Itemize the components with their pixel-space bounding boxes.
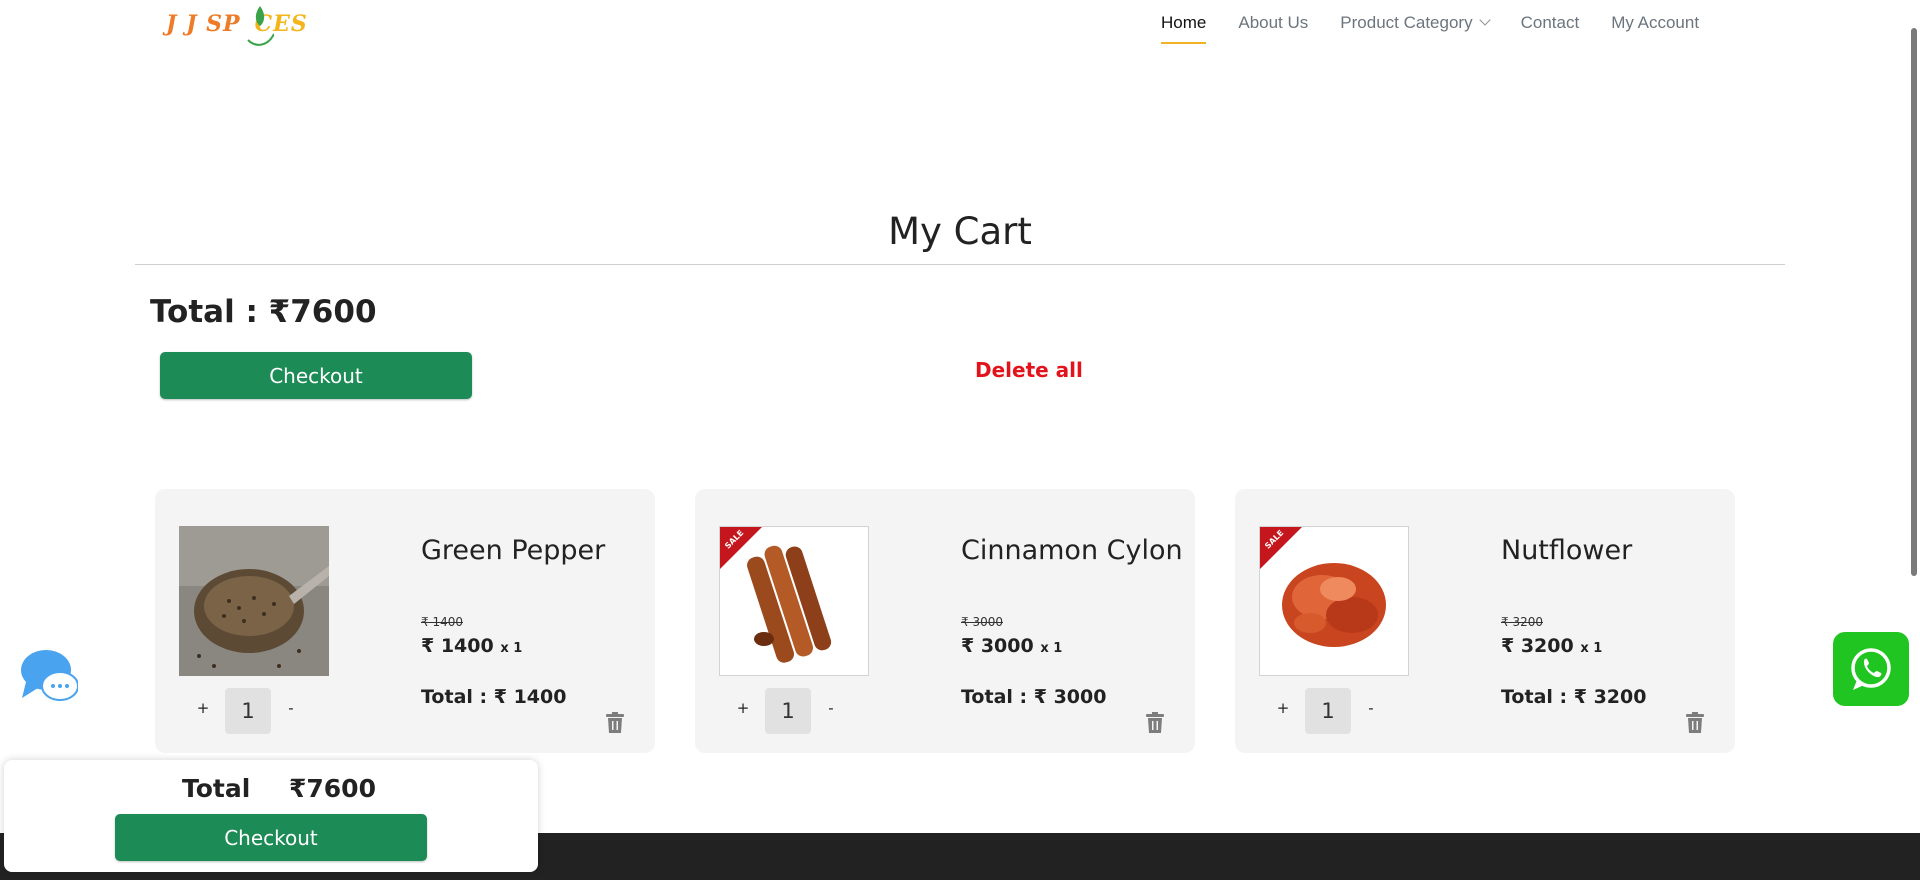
checkout-button[interactable]: Checkout: [160, 352, 472, 399]
product-image: SALE: [719, 526, 869, 676]
product-name: Cinnamon Cylon: [961, 535, 1183, 566]
item-total: Total : ₹ 1400: [421, 686, 567, 708]
unit-price: ₹ 3200 x 1: [1501, 635, 1602, 657]
nav-about-us[interactable]: About Us: [1222, 0, 1324, 48]
nav-my-account[interactable]: My Account: [1595, 0, 1715, 48]
cart-total: Total : ₹7600: [150, 294, 377, 330]
price-value: ₹ 1400: [421, 635, 494, 657]
price-value: ₹ 3200: [1501, 635, 1574, 657]
original-price: ₹ 3000: [961, 615, 1003, 629]
product-image: [179, 526, 329, 676]
qty-value[interactable]: 1: [1305, 688, 1351, 734]
nav-contact[interactable]: Contact: [1505, 0, 1596, 48]
unit-price: ₹ 3000 x 1: [961, 635, 1062, 657]
unit-price: ₹ 1400 x 1: [421, 635, 522, 657]
qty-value[interactable]: 1: [765, 688, 811, 734]
site-logo[interactable]: J J SP CES: [166, 4, 308, 46]
cart-item-card: SALE + 1 - Cinnamon Cylon ₹ 3000 ₹ 3000 …: [695, 489, 1195, 753]
original-price: ₹ 1400: [421, 615, 463, 629]
whatsapp-icon: [1851, 648, 1891, 690]
scrollbar-thumb[interactable]: [1911, 28, 1917, 576]
nav-product-category-label: Product Category: [1340, 13, 1473, 32]
floating-total-value: ₹7600: [289, 774, 376, 803]
product-image: SALE: [1259, 526, 1409, 676]
item-total: Total : ₹ 3200: [1501, 686, 1647, 708]
item-total: Total : ₹ 3000: [961, 686, 1107, 708]
qty-suffix: x 1: [1580, 641, 1603, 656]
qty-decrease-button[interactable]: -: [1361, 699, 1381, 717]
cart-item-card: SALE + 1 - Nutflower ₹ 3200 ₹ 3200 x 1 T…: [1235, 489, 1735, 753]
leaf-icon: [247, 6, 274, 46]
qty-increase-button[interactable]: +: [193, 699, 213, 717]
whatsapp-button[interactable]: [1833, 632, 1909, 706]
product-name: Nutflower: [1501, 535, 1633, 566]
floating-checkout-panel: Total ₹7600 Checkout: [4, 760, 538, 872]
main-nav: Home About Us Product Category Contact M…: [1145, 0, 1715, 48]
qty-increase-button[interactable]: +: [1273, 699, 1293, 717]
page-scrollbar[interactable]: [1906, 0, 1920, 880]
qty-decrease-button[interactable]: -: [821, 699, 841, 717]
trash-icon[interactable]: [1145, 712, 1165, 734]
logo-wordmark: J J SP CES: [166, 11, 308, 37]
original-price: ₹ 3200: [1501, 615, 1543, 629]
qty-decrease-button[interactable]: -: [281, 699, 301, 717]
product-name: Green Pepper: [421, 535, 606, 566]
title-divider: [135, 264, 1785, 265]
price-value: ₹ 3000: [961, 635, 1034, 657]
trash-icon[interactable]: [1685, 712, 1705, 734]
chat-icon[interactable]: [20, 648, 78, 704]
delete-all-button[interactable]: Delete all: [975, 358, 1083, 382]
floating-checkout-button[interactable]: Checkout: [115, 814, 427, 861]
qty-suffix: x 1: [500, 641, 523, 656]
nav-home[interactable]: Home: [1145, 0, 1222, 48]
nav-product-category[interactable]: Product Category: [1324, 0, 1504, 48]
trash-icon[interactable]: [605, 712, 625, 734]
qty-suffix: x 1: [1040, 641, 1063, 656]
chevron-down-icon: [1478, 14, 1491, 26]
qty-increase-button[interactable]: +: [733, 699, 753, 717]
cart-item-card: + 1 - Green Pepper ₹ 1400 ₹ 1400 x 1 Tot…: [155, 489, 655, 753]
floating-total-label: Total: [182, 774, 251, 803]
qty-value[interactable]: 1: [225, 688, 271, 734]
page-title: My Cart: [888, 210, 1032, 253]
spoon-of-seeds-image: [179, 526, 329, 676]
